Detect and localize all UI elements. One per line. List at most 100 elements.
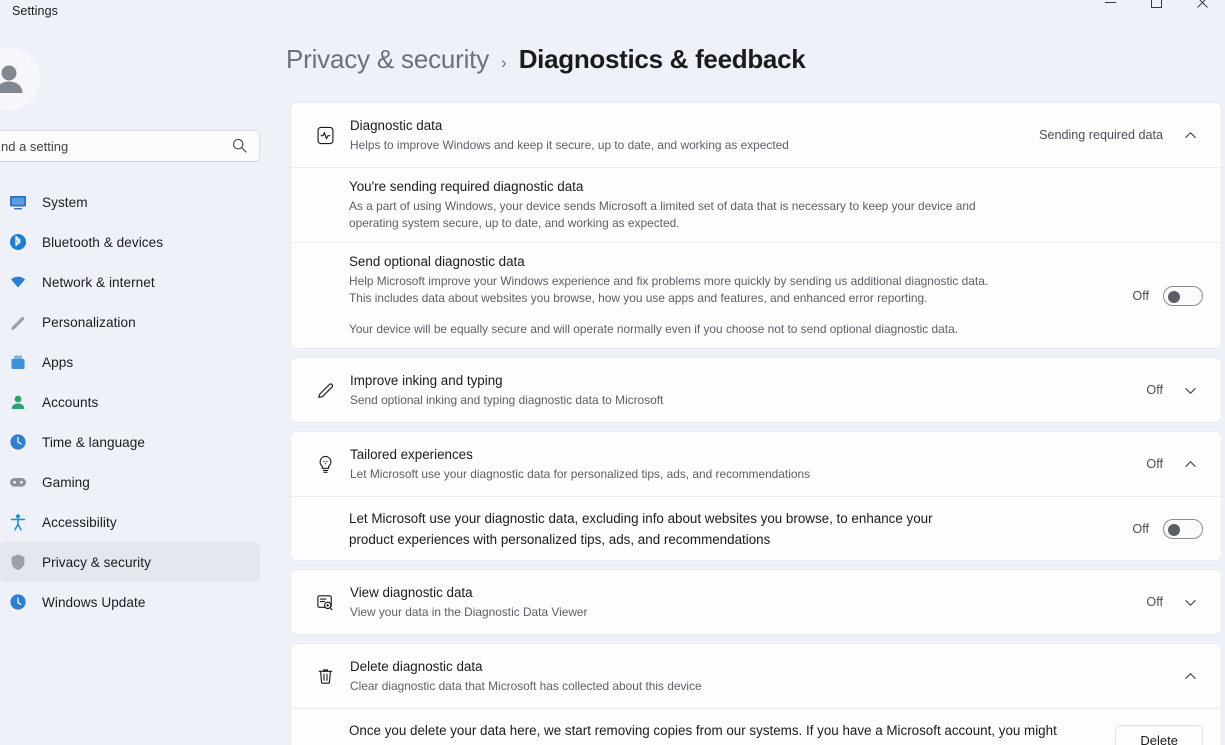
sidebar-item-gaming[interactable]: Gaming (0, 462, 260, 502)
sidebar-item-network-internet[interactable]: Network & internet (0, 262, 260, 302)
sidebar-item-system[interactable]: System (0, 182, 260, 222)
row-description: Help Microsoft improve your Windows expe… (349, 274, 989, 305)
tailored-experiences-group: Tailored experiences Let Microsoft use y… (290, 431, 1222, 561)
row-title: Diagnostic data (350, 117, 443, 133)
row-text: View diagnostic data View your data in t… (350, 574, 1130, 631)
breadcrumb-parent[interactable]: Privacy & security (286, 44, 489, 75)
row-title: Send optional diagnostic data (349, 254, 525, 269)
row-description: Send optional inking and typing diagnost… (350, 392, 664, 407)
row-text: Send optional diagnostic data Help Micro… (349, 243, 1116, 348)
status-badge: Sending required data (1039, 128, 1163, 142)
row-text: Diagnostic data Helps to improve Windows… (350, 107, 1023, 164)
row-controls: Off (1132, 518, 1203, 539)
sidebar-item-apps[interactable]: Apps (0, 342, 260, 382)
row-controls: Delete (1115, 725, 1203, 745)
sidebar-item-label: Bluetooth & devices (42, 234, 164, 250)
row-title: Once you delete your data here, we start… (349, 722, 1057, 745)
row-title: Let Microsoft use your diagnostic data, … (349, 510, 933, 547)
row-text: Improve inking and typing Send optional … (350, 362, 1130, 419)
sidebar-item-label: Accessibility (42, 514, 117, 530)
row-title: Tailored experiences (350, 446, 473, 462)
chevron-up-icon[interactable] (1177, 451, 1203, 477)
search-field[interactable] (1, 138, 181, 154)
sidebar-item-windows-update[interactable]: Windows Update (0, 582, 260, 622)
privacy-shield-icon (8, 552, 28, 572)
settings-window: Settings nd a setting System Bluetooth &… (0, 0, 1225, 745)
row-description: View your data in the Diagnostic Data Vi… (350, 604, 588, 619)
row-text: Let Microsoft use your diagnostic data, … (349, 498, 1116, 560)
improve-inking-typing-row[interactable]: Improve inking and typing Send optional … (291, 358, 1221, 422)
view-diagnostic-data-icon (308, 592, 342, 613)
sidebar-item-label: Apps (42, 354, 74, 370)
sidebar-item-privacy-security[interactable]: Privacy & security (0, 542, 260, 582)
row-controls: Sending required data (1039, 122, 1203, 148)
chevron-down-icon[interactable] (1177, 589, 1203, 615)
maximize-icon[interactable] (1133, 0, 1179, 18)
network-icon (8, 272, 28, 292)
chevron-up-icon[interactable] (1177, 663, 1203, 689)
close-icon[interactable] (1179, 0, 1225, 18)
breadcrumb: Privacy & security › Diagnostics & feedb… (286, 44, 806, 75)
lightbulb-icon (308, 454, 342, 475)
view-diagnostic-data-group: View diagnostic data View your data in t… (290, 569, 1222, 635)
sidebar-item-label: Network & internet (42, 274, 155, 290)
row-description: Let Microsoft use your diagnostic data f… (350, 466, 811, 481)
row-description: Clear diagnostic data that Microsoft has… (350, 678, 702, 693)
row-title: You're sending required diagnostic data (349, 179, 584, 194)
apps-icon (8, 352, 28, 372)
personalization-icon (8, 312, 28, 332)
row-title: View diagnostic data (350, 584, 473, 600)
search-icon (232, 138, 247, 158)
optional-diagnostic-data-toggle[interactable] (1163, 285, 1203, 306)
sidebar-item-accessibility[interactable]: Accessibility (0, 502, 260, 542)
pulse-icon (308, 125, 342, 146)
row-controls: Off (1146, 377, 1203, 403)
status-badge: Off (1146, 383, 1163, 397)
required-diagnostic-data-row: You're sending required diagnostic data … (291, 167, 1221, 242)
diagnostic-data-row[interactable]: Diagnostic data Helps to improve Windows… (291, 103, 1221, 167)
chevron-down-icon[interactable] (1177, 377, 1203, 403)
delete-diagnostic-data-group: Delete diagnostic data Clear diagnostic … (290, 643, 1222, 745)
sidebar-item-label: Gaming (42, 474, 90, 490)
gaming-icon (8, 472, 28, 492)
sidebar-item-label: Personalization (42, 314, 136, 330)
diagnostic-data-group: Diagnostic data Helps to improve Windows… (290, 102, 1222, 349)
view-diagnostic-data-row[interactable]: View diagnostic data View your data in t… (291, 570, 1221, 634)
row-title: Improve inking and typing (350, 372, 503, 388)
avatar[interactable] (0, 48, 40, 110)
sidebar-item-label: System (42, 194, 88, 210)
sidebar-item-label: Accounts (42, 394, 99, 410)
optional-diagnostic-data-row: Send optional diagnostic data Help Micro… (291, 242, 1221, 348)
sidebar-item-time-language[interactable]: Time & language (0, 422, 260, 462)
delete-diagnostic-data-detail-row: Once you delete your data here, we start… (291, 708, 1221, 745)
search-input[interactable] (0, 130, 260, 162)
row-text: Once you delete your data here, we start… (349, 710, 1099, 745)
toggle-state-label: Off (1132, 521, 1149, 536)
window-controls (1087, 0, 1225, 18)
app-title: Settings (12, 4, 58, 18)
sidebar-item-bluetooth-devices[interactable]: Bluetooth & devices (0, 222, 260, 262)
status-badge: Off (1146, 595, 1163, 609)
sidebar-item-accounts[interactable]: Accounts (0, 382, 260, 422)
row-text: Tailored experiences Let Microsoft use y… (350, 436, 1130, 493)
sidebar-item-label: Privacy & security (42, 554, 151, 570)
row-note: Your device will be equally secure and w… (349, 322, 958, 336)
row-controls (1177, 663, 1203, 689)
tailored-experiences-toggle[interactable] (1163, 518, 1203, 539)
row-description: As a part of using Windows, your device … (349, 199, 976, 230)
status-badge: Off (1146, 457, 1163, 471)
tailored-experiences-row[interactable]: Tailored experiences Let Microsoft use y… (291, 432, 1221, 496)
minimize-icon[interactable] (1087, 0, 1133, 18)
time-language-icon (8, 432, 28, 452)
delete-button[interactable]: Delete (1115, 725, 1203, 745)
system-icon (8, 192, 28, 212)
chevron-up-icon[interactable] (1177, 122, 1203, 148)
row-controls: Off (1132, 285, 1203, 306)
main-pane: Privacy & security › Diagnostics & feedb… (260, 30, 1225, 745)
bluetooth-icon (8, 232, 28, 252)
delete-diagnostic-data-row[interactable]: Delete diagnostic data Clear diagnostic … (291, 644, 1221, 708)
sidebar-item-label: Windows Update (42, 594, 146, 610)
breadcrumb-separator-icon: › (501, 53, 507, 72)
sidebar-item-personalization[interactable]: Personalization (0, 302, 260, 342)
row-text: Delete diagnostic data Clear diagnostic … (350, 648, 1161, 705)
